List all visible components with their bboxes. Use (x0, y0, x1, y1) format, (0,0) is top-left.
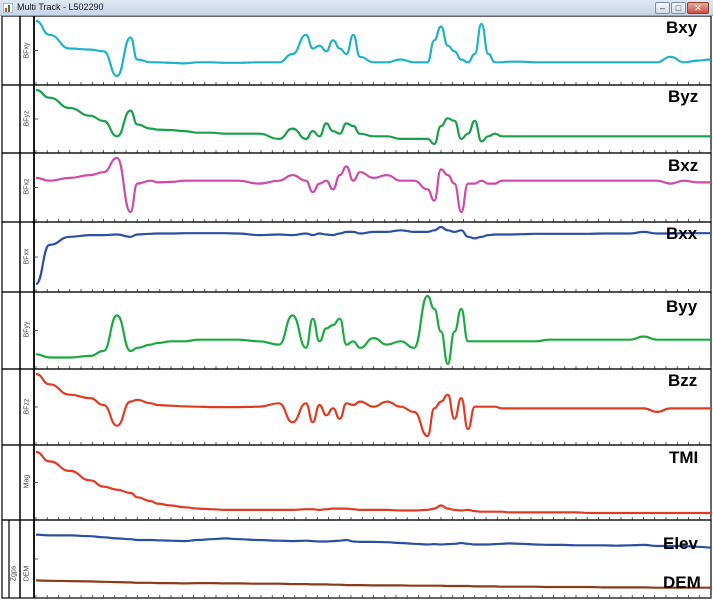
app-icon (3, 3, 13, 13)
minimize-button[interactable]: – (655, 2, 670, 14)
axis-label-bfyz: BFyz (23, 110, 31, 127)
track-label-bxz: Bxz (668, 156, 699, 175)
close-button[interactable]: ✕ (687, 2, 709, 14)
multi-track-plot[interactable] (0, 16, 713, 606)
axis-label-bfxy: BFxy (23, 42, 31, 59)
plot-background (0, 16, 713, 606)
track-label-tmi: TMI (669, 448, 699, 467)
track-label-bxy: Bxy (666, 18, 698, 37)
axis-label-zgps: Zgps (10, 565, 18, 582)
axis-label-mag: Mag (23, 474, 31, 489)
window-title: Multi Track - L502290 (17, 2, 104, 12)
track-label-byy: Byy (666, 297, 698, 316)
track-label-bxx: Bxx (666, 224, 698, 243)
maximize-button[interactable]: □ (671, 2, 686, 14)
axis-label-dem: DEM (23, 565, 31, 582)
title-bar[interactable]: Multi Track - L502290 – □ ✕ (0, 0, 713, 16)
axis-label-bfzz: BFzz (23, 398, 31, 415)
track-label-elev: Elev (663, 534, 698, 553)
axis-label-bfxz: BFxz (23, 178, 31, 195)
axis-label-bfxx: BFxx (23, 248, 31, 265)
track-label-byz: Byz (668, 87, 699, 106)
track-label-dem: DEM (663, 573, 701, 592)
track-label-bzz: Bzz (668, 371, 698, 390)
axis-label-bfyy: BFyy (23, 321, 31, 338)
